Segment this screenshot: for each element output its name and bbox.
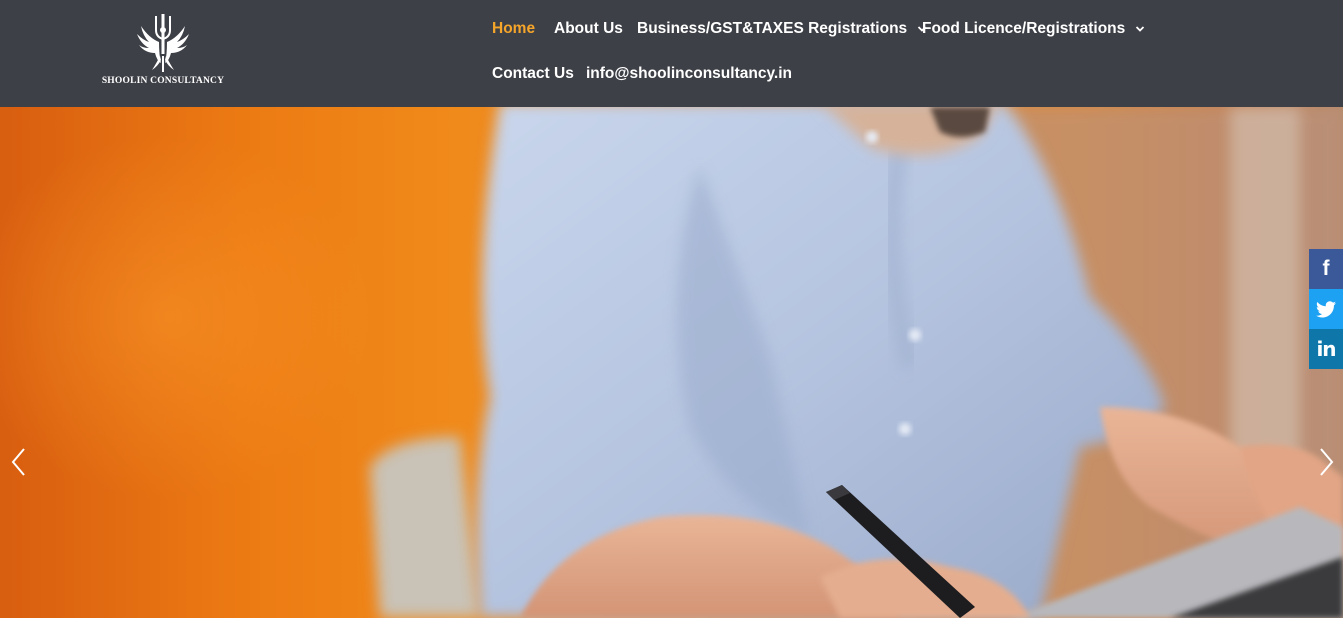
main-nav: Home About Us Business/GST&TAXES Registr… xyxy=(492,0,1172,107)
chevron-left-icon xyxy=(11,448,25,476)
slider-prev-button[interactable] xyxy=(8,443,28,483)
twitter-icon xyxy=(1316,300,1336,317)
chevron-down-icon xyxy=(1136,26,1145,32)
nav-label: Contact Us xyxy=(492,65,574,82)
nav-label: Business/GST&TAXES Registrations xyxy=(637,20,908,37)
nav-label: Food Licence/Registrations xyxy=(922,20,1126,37)
twitter-button[interactable] xyxy=(1309,289,1343,329)
brand-name: SHOOLIN CONSULTANCY xyxy=(101,76,225,86)
site-header: SHOOLIN CONSULTANCY Home About Us Busine… xyxy=(0,0,1343,107)
slider-next-button[interactable] xyxy=(1317,443,1337,483)
facebook-icon: f xyxy=(1322,257,1330,280)
nav-label: Home xyxy=(492,20,536,37)
nav-item-about-us[interactable]: About Us xyxy=(554,20,623,38)
chevron-right-icon xyxy=(1320,448,1334,476)
nav-label: About Us xyxy=(554,20,623,37)
linkedin-button[interactable]: in xyxy=(1309,329,1343,369)
nav-item-contact-us[interactable]: Contact Us xyxy=(492,65,574,83)
linkedin-icon: in xyxy=(1316,337,1336,361)
nav-item-business-registrations[interactable]: Business/GST&TAXES Registrations xyxy=(637,20,927,38)
social-share-bar: f in xyxy=(1309,249,1343,369)
nav-item-home[interactable]: Home xyxy=(492,20,535,38)
nav-label: info@shoolinconsultancy.in xyxy=(586,65,792,82)
facebook-button[interactable]: f xyxy=(1309,249,1343,289)
hero-slider xyxy=(0,107,1343,618)
nav-item-email[interactable]: info@shoolinconsultancy.in xyxy=(586,65,792,83)
hero-image xyxy=(370,107,1343,618)
site-logo[interactable]: SHOOLIN CONSULTANCY xyxy=(98,12,228,94)
trident-phoenix-icon xyxy=(137,14,189,72)
nav-item-food-licence[interactable]: Food Licence/Registrations xyxy=(922,20,1145,38)
